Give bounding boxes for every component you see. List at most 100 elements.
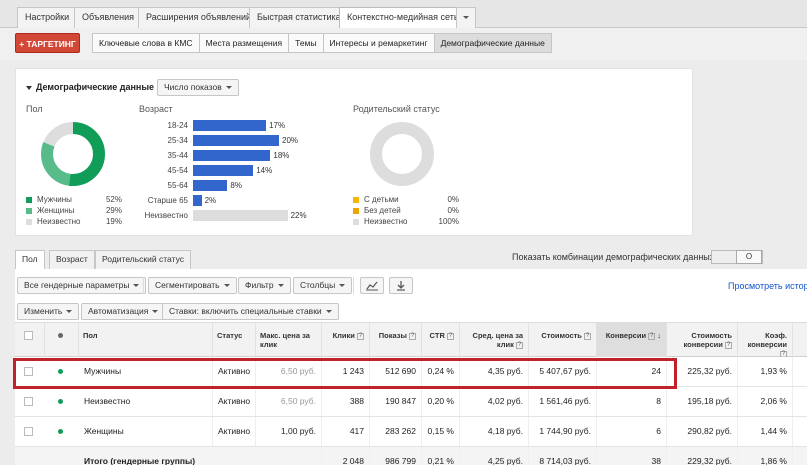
parental-legend-item: Без детей 0%	[353, 206, 461, 216]
more-tabs-dropdown[interactable]	[456, 7, 476, 28]
cell-cost: 5 407,67 руб.	[529, 357, 597, 386]
columns-label: Столбцы	[300, 280, 336, 290]
header-ctr[interactable]: CTR ?	[422, 323, 460, 357]
age-bar-value: 8%	[230, 181, 242, 190]
legend-label: Неизвестно	[364, 217, 408, 226]
gender-section-title: Пол	[26, 104, 43, 114]
header-conv-rate[interactable]: Коэф. конверсии ?	[738, 323, 793, 358]
help-icon[interactable]: ?	[516, 341, 523, 349]
table-row[interactable]: Женщины Активно 1,00 руб. 417 283 262 0,15 % 4…	[15, 417, 807, 447]
chevron-down-icon	[152, 310, 159, 314]
bids-dropdown[interactable]: Ставки: включить специальные ставки	[162, 303, 339, 320]
targeting-button[interactable]: + ТАРГЕТИНГ	[15, 33, 80, 53]
filter-label: Фильтр	[245, 280, 274, 290]
header-cost[interactable]: Стоимость ?	[529, 323, 597, 357]
tab-ads[interactable]: Объявления	[74, 7, 143, 28]
filter-dropdown[interactable]: Фильтр	[238, 277, 291, 294]
cell-max-cpc[interactable]: 6,50 руб.	[256, 387, 322, 416]
toggle-knob[interactable]: O	[736, 250, 762, 264]
age-bar	[193, 150, 271, 161]
top-tab-bar: Настройки Объявления Расширения объявлен…	[0, 0, 807, 29]
columns-dropdown[interactable]: Столбцы	[293, 277, 353, 294]
tab-ad-extensions[interactable]: Расширения объявлений	[138, 7, 260, 28]
tab-quick-stats[interactable]: Быстрая статистика	[249, 7, 349, 28]
tab-gender[interactable]: Пол	[15, 250, 45, 270]
metric-dropdown-label: Число показов	[164, 82, 222, 92]
row-checkbox[interactable]	[24, 427, 33, 436]
header-cost-label: Стоимость	[541, 331, 582, 340]
segment-dropdown[interactable]: Сегментировать	[148, 277, 237, 294]
row-checkbox[interactable]	[24, 367, 33, 376]
help-icon[interactable]: ?	[409, 332, 416, 340]
legend-value: 0%	[447, 195, 459, 204]
age-bar-label: Неизвестно	[144, 211, 188, 220]
cell-avg-cpc: 4,02 руб.	[460, 387, 529, 416]
row-checkbox[interactable]	[24, 397, 33, 406]
chart-button[interactable]	[360, 277, 384, 294]
panel-title[interactable]: Демографические данные	[26, 82, 154, 92]
subtab-demographics[interactable]: Демографические данные	[434, 34, 551, 52]
cell-conversions: 8	[597, 387, 667, 416]
cell-max-cpc[interactable]: 1,00 руб.	[256, 417, 322, 446]
tab-age[interactable]: Возраст	[49, 250, 95, 269]
header-status-dot	[45, 323, 79, 357]
help-icon[interactable]: ?	[447, 332, 454, 340]
tab-parental-status[interactable]: Родительский статус	[95, 250, 191, 269]
cell-conversions: 24	[597, 357, 667, 386]
legend-swatch	[26, 197, 32, 203]
help-icon[interactable]: ?	[648, 332, 656, 340]
change-history-link[interactable]: Просмотреть истор	[728, 281, 807, 291]
help-icon[interactable]: ?	[584, 332, 591, 340]
cell-conv-rate: 1,44 %	[738, 417, 793, 446]
select-all-checkbox[interactable]	[24, 331, 33, 340]
status-dot-icon[interactable]	[58, 429, 63, 434]
header-clicks[interactable]: Клики ?	[322, 323, 370, 357]
chevron-down-icon	[223, 284, 230, 288]
cell-avg-cpc: 4,25 руб.	[460, 447, 529, 465]
gender-params-dropdown[interactable]: Все гендерные параметры	[17, 277, 147, 294]
cell-ctr: 0,21 %	[422, 447, 460, 465]
help-icon[interactable]: ?	[725, 341, 732, 349]
combo-toggle[interactable]: O	[711, 250, 763, 264]
header-cost-conversion[interactable]: Стоимость конверсии ?	[667, 323, 738, 357]
demographics-panel: Демографические данные Число показов Пол…	[15, 68, 693, 236]
help-icon[interactable]: ?	[357, 332, 364, 340]
cell-gender: Женщины	[79, 417, 213, 446]
subtab-interests[interactable]: Интересы и ремаркетинг	[324, 34, 435, 52]
header-avg-cpc[interactable]: Сред. цена за клик ?	[460, 323, 529, 357]
header-status[interactable]: Статус	[213, 323, 256, 357]
tab-settings[interactable]: Настройки	[17, 7, 78, 28]
header-conversions[interactable]: Конверсии ? ↓	[597, 323, 667, 357]
cell-cost: 1 561,46 руб.	[529, 387, 597, 416]
edit-label: Изменить	[24, 306, 63, 316]
automation-dropdown[interactable]: Автоматизация	[81, 303, 166, 320]
header-clicks-label: Клики	[332, 331, 355, 340]
table-row[interactable]: Мужчины Активно 6,50 руб. 1 243 512 690 0,24 …	[15, 357, 807, 387]
age-bar-label: 18-24	[167, 121, 188, 130]
header-gender[interactable]: Пол	[79, 323, 213, 357]
status-dot-icon[interactable]	[58, 369, 63, 374]
legend-swatch	[353, 208, 359, 214]
table-row[interactable]: Неизвестно Активно 6,50 руб. 388 190 847 0,20…	[15, 387, 807, 417]
gender-legend-item: Мужчины 52%	[26, 195, 124, 205]
edit-dropdown[interactable]: Изменить	[17, 303, 80, 320]
status-dot-icon[interactable]	[58, 399, 63, 404]
metric-dropdown[interactable]: Число показов	[157, 79, 239, 96]
legend-label: Неизвестно	[37, 217, 81, 226]
subtab-display-keywords[interactable]: Ключевые слова в КМС	[93, 34, 200, 52]
header-impressions[interactable]: Показы ?	[370, 323, 422, 357]
subtab-topics[interactable]: Темы	[289, 34, 324, 52]
tab-display-network[interactable]: Контекстно-медийная сеть	[339, 7, 467, 29]
status-dot-icon	[58, 333, 63, 338]
subtab-placements[interactable]: Места размещения	[200, 34, 290, 52]
cell-cost: 1 744,90 руб.	[529, 417, 597, 446]
legend-swatch	[353, 197, 359, 203]
cell-conv-rate: 2,06 %	[738, 387, 793, 416]
chevron-down-icon	[133, 284, 140, 288]
chevron-down-icon	[325, 310, 332, 314]
cell-max-cpc[interactable]: 6,50 руб.	[256, 357, 322, 386]
download-button[interactable]	[389, 277, 413, 294]
parental-legend-item: Неизвестно 100%	[353, 217, 461, 227]
header-max-cpc[interactable]: Макс. цена за клик	[256, 323, 322, 357]
header-select-all[interactable]	[15, 323, 45, 357]
